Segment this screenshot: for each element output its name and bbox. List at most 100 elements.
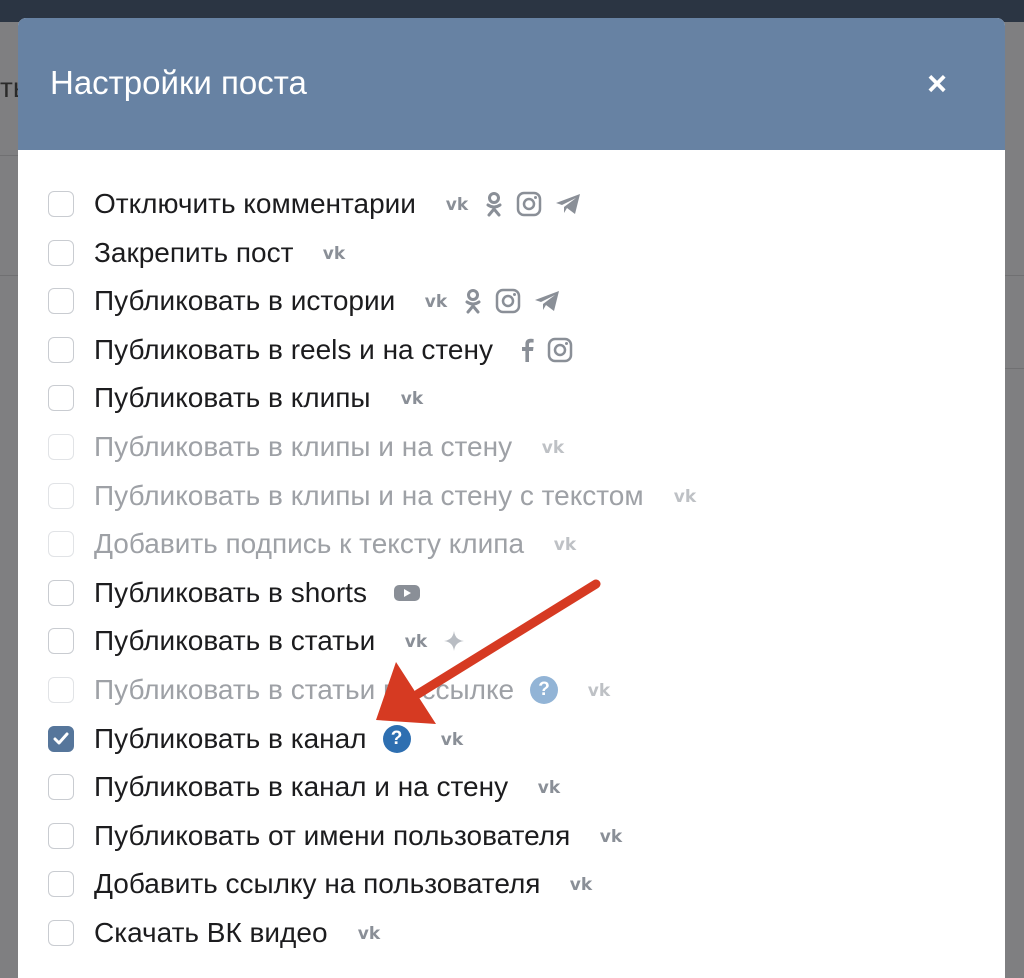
checkbox[interactable] bbox=[48, 191, 74, 217]
option-row[interactable]: Добавить ссылку на пользователя vk bbox=[48, 860, 988, 908]
option-row[interactable]: Публиковать в shorts bbox=[48, 569, 988, 617]
option-label: Добавить ссылку на пользователя bbox=[94, 868, 541, 900]
checkbox bbox=[48, 482, 74, 509]
svg-text:vk: vk bbox=[538, 778, 561, 797]
background-divider bbox=[1005, 368, 1024, 369]
option-label: Публиковать в канал и на стену bbox=[94, 771, 509, 803]
platform-icons: vk bbox=[550, 534, 580, 554]
checkbox[interactable] bbox=[48, 920, 74, 946]
checkbox bbox=[48, 531, 74, 558]
svg-text:vk: vk bbox=[554, 535, 577, 554]
option-label: Добавить подпись к тексту клипа bbox=[94, 528, 525, 560]
vk-icon: vk bbox=[421, 291, 451, 311]
help-icon[interactable]: ? bbox=[530, 676, 559, 704]
vk-icon: vk bbox=[397, 388, 427, 408]
modal-title: Настройки поста bbox=[50, 64, 307, 101]
option-label: Публиковать в shorts bbox=[94, 576, 367, 608]
svg-text:vk: vk bbox=[357, 924, 380, 943]
svg-text:vk: vk bbox=[440, 730, 463, 749]
vk-icon: vk bbox=[354, 923, 384, 943]
option-row[interactable]: Закрепить пост vk bbox=[48, 229, 988, 277]
svg-text:vk: vk bbox=[542, 438, 565, 457]
platform-icons: vk bbox=[397, 388, 427, 408]
checkbox[interactable] bbox=[48, 871, 74, 898]
checkbox[interactable] bbox=[48, 822, 74, 849]
close-icon: × bbox=[927, 65, 947, 103]
svg-text:vk: vk bbox=[323, 244, 346, 263]
help-icon[interactable]: ? bbox=[382, 724, 411, 753]
instagram-icon bbox=[547, 337, 573, 363]
vk-icon: vk bbox=[401, 631, 431, 651]
platform-icons: vk bbox=[596, 826, 626, 846]
platform-icons: vk bbox=[421, 288, 561, 314]
youtube-icon bbox=[393, 583, 421, 603]
instagram-icon bbox=[495, 288, 521, 314]
platform-icons: vk bbox=[442, 191, 582, 217]
svg-text:vk: vk bbox=[400, 389, 423, 408]
background-divider bbox=[0, 155, 18, 156]
checkbox-checked[interactable] bbox=[48, 725, 74, 752]
checkmark-icon bbox=[53, 732, 69, 745]
option-row: Публиковать в клипы и на стену с текстом… bbox=[48, 472, 988, 520]
vk-icon: vk bbox=[534, 777, 564, 797]
svg-text:vk: vk bbox=[446, 195, 469, 214]
platform-icons: vk bbox=[354, 923, 384, 943]
modal-header: Настройки поста × bbox=[18, 18, 1005, 150]
vk-icon: vk bbox=[596, 826, 626, 846]
option-label: Скачать ВК видео bbox=[94, 917, 328, 948]
option-label: Публиковать в истории bbox=[94, 285, 396, 317]
checkbox bbox=[48, 677, 74, 703]
option-row[interactable]: Публиковать в канал? vk bbox=[48, 715, 988, 763]
option-row[interactable]: Публиковать в канал и на стену vk bbox=[48, 763, 988, 811]
vk-icon: vk bbox=[584, 680, 614, 700]
option-row[interactable]: Публиковать от имени пользователя vk bbox=[48, 812, 988, 860]
ok-icon bbox=[484, 191, 504, 217]
option-label: Публиковать в статьи bbox=[94, 625, 376, 657]
option-label: Публиковать в клипы и на стену bbox=[94, 431, 513, 462]
vk-icon: vk bbox=[670, 486, 700, 506]
facebook-icon bbox=[519, 337, 535, 363]
telegram-icon bbox=[554, 192, 582, 216]
checkbox[interactable] bbox=[48, 288, 74, 315]
option-row: Добавить подпись к тексту клипа vk bbox=[48, 520, 988, 568]
platform-icons bbox=[393, 583, 421, 603]
option-row[interactable]: Отключить комментарии vk bbox=[48, 180, 988, 228]
option-row[interactable]: Публиковать в истории vk bbox=[48, 277, 988, 325]
option-row[interactable]: Публиковать в клипы vk bbox=[48, 374, 988, 422]
checkbox[interactable] bbox=[48, 239, 74, 266]
option-row: Публиковать в клипы и на стену vk bbox=[48, 423, 988, 471]
checkbox[interactable] bbox=[48, 628, 74, 655]
post-settings-modal: Настройки поста × Отключить комментарии v… bbox=[18, 18, 1005, 978]
instagram-icon bbox=[516, 191, 542, 217]
vk-icon: vk bbox=[550, 534, 580, 554]
svg-text:vk: vk bbox=[588, 681, 611, 700]
vk-icon: vk bbox=[566, 874, 596, 894]
background-divider bbox=[0, 275, 18, 276]
vk-icon: vk bbox=[437, 729, 467, 749]
vk-icon: vk bbox=[319, 243, 349, 263]
platform-icons: vk bbox=[670, 486, 700, 506]
option-row[interactable]: Скачать ВК видео vk bbox=[48, 909, 988, 957]
ok-icon bbox=[463, 288, 483, 314]
option-row: Публиковать в статьи по ссылке? vk bbox=[48, 666, 988, 714]
option-row[interactable]: Публиковать в статьи vk bbox=[48, 617, 988, 665]
vk-icon: vk bbox=[442, 194, 472, 214]
option-row[interactable]: Публиковать в reels и на стену bbox=[48, 326, 988, 374]
svg-text:vk: vk bbox=[600, 827, 623, 846]
platform-icons: vk bbox=[584, 680, 614, 700]
platform-icons: vk bbox=[401, 630, 465, 652]
close-button[interactable]: × bbox=[921, 65, 953, 103]
platform-icons: vk bbox=[538, 437, 568, 457]
checkbox[interactable] bbox=[48, 579, 74, 606]
checkbox bbox=[48, 434, 74, 460]
platform-icons: vk bbox=[534, 777, 564, 797]
sparkle-icon bbox=[443, 630, 465, 652]
checkbox[interactable] bbox=[48, 336, 74, 363]
option-label: Публиковать в клипы bbox=[94, 382, 371, 414]
svg-text:vk: vk bbox=[425, 292, 448, 311]
checkbox[interactable] bbox=[48, 774, 74, 801]
option-label: Публиковать в клипы и на стену с текстом bbox=[94, 479, 644, 511]
option-label: Публиковать в канал bbox=[94, 722, 367, 754]
checkbox[interactable] bbox=[48, 385, 74, 412]
platform-icons bbox=[519, 337, 573, 363]
